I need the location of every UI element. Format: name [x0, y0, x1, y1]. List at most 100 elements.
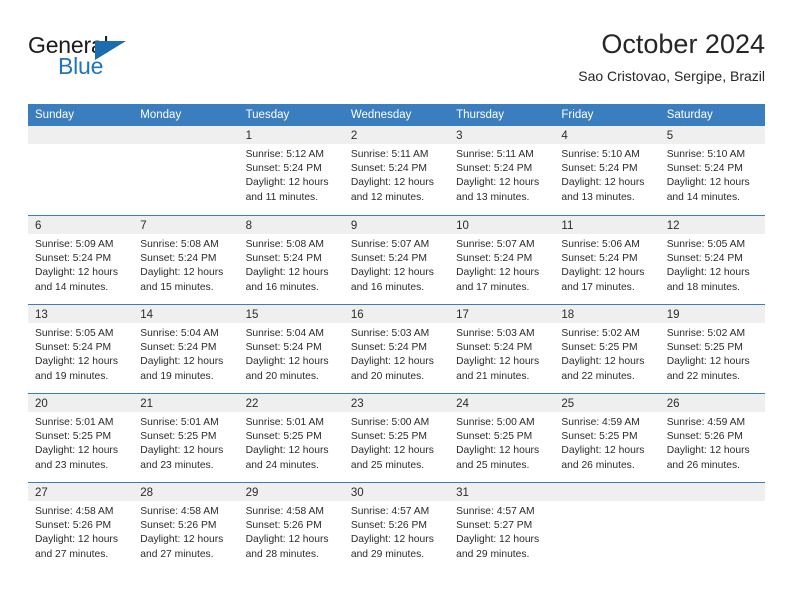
day-cell[interactable]: 5 Sunrise: 5:10 AM Sunset: 5:24 PM Daylight…	[659, 126, 765, 215]
daylight-text-line1: Daylight: 12 hours	[140, 445, 224, 457]
day-cell[interactable]: 11 Sunrise: 5:06 AM Sunset: 5:24 PM Dayligh…	[554, 216, 660, 304]
day-details: Sunrise: 4:59 AM Sunset: 5:25 PM Daylight:…	[554, 412, 659, 473]
sunset-text: Sunset: 5:24 PM	[245, 342, 322, 354]
day-cell[interactable]: 18 Sunrise: 5:02 AM Sunset: 5:25 PM Dayligh…	[554, 305, 660, 393]
sunset-text: Sunset: 5:25 PM	[245, 431, 322, 443]
day-number: 5	[666, 130, 674, 142]
day-number-band: 16	[343, 305, 450, 323]
daylight-text-line2: and 16 minutes.	[350, 281, 425, 293]
day-details: Sunrise: 5:01 AM Sunset: 5:25 PM Daylight:…	[28, 412, 133, 473]
day-number: 24	[456, 398, 469, 410]
day-number-band: 4	[554, 126, 660, 144]
day-cell[interactable]: 24 Sunrise: 5:00 AM Sunset: 5:25 PM Dayligh…	[449, 394, 555, 482]
day-number-band: 22	[238, 394, 344, 412]
sunset-text: Sunset: 5:24 PM	[456, 253, 533, 265]
day-number: 20	[35, 398, 48, 410]
daylight-text-line1: Daylight: 12 hours	[140, 267, 224, 279]
sunset-text: Sunset: 5:24 PM	[245, 253, 322, 265]
day-number-band: 1	[238, 126, 344, 144]
day-details: Sunrise: 4:58 AM Sunset: 5:26 PM Daylight:…	[239, 501, 344, 562]
day-cell[interactable]: 10 Sunrise: 5:07 AM Sunset: 5:24 PM Dayligh…	[449, 216, 555, 304]
day-number-band: 17	[449, 305, 555, 323]
day-cell[interactable]: 30 Sunrise: 4:57 AM Sunset: 5:26 PM Dayligh…	[343, 483, 450, 571]
calendar-week-row: 1 Sunrise: 5:12 AM Sunset: 5:24 PM Daylight…	[28, 126, 765, 215]
sunset-text: Sunset: 5:25 PM	[666, 342, 743, 354]
daylight-text-line1: Daylight: 12 hours	[35, 267, 118, 279]
day-number-band: 11	[554, 216, 660, 234]
weekday-header-thursday: Thursday	[456, 109, 505, 121]
day-cell[interactable]: 19 Sunrise: 5:02 AM Sunset: 5:25 PM Dayligh…	[659, 305, 765, 393]
sunrise-text: Sunrise: 5:02 AM	[666, 328, 746, 339]
day-number-band: 8	[238, 216, 344, 234]
brand-logo[interactable]: General Blue	[28, 32, 208, 92]
day-cell[interactable]: 13 Sunrise: 5:05 AM Sunset: 5:24 PM Dayligh…	[28, 305, 134, 393]
day-cell[interactable]: 28 Sunrise: 4:58 AM Sunset: 5:26 PM Dayligh…	[133, 483, 239, 571]
day-cell[interactable]: 29 Sunrise: 4:58 AM Sunset: 5:26 PM Dayligh…	[238, 483, 344, 571]
day-cell[interactable]: 1 Sunrise: 5:12 AM Sunset: 5:24 PM Daylight…	[238, 126, 344, 215]
sunset-text: Sunset: 5:25 PM	[561, 431, 638, 443]
weekday-header-friday: Friday	[561, 109, 594, 121]
day-number: 14	[140, 309, 154, 321]
daylight-text-line2: and 27 minutes.	[140, 548, 214, 560]
daylight-text-line2: and 27 minutes.	[35, 548, 109, 560]
day-cell[interactable]: 22 Sunrise: 5:01 AM Sunset: 5:25 PM Dayligh…	[238, 394, 344, 482]
day-cell[interactable]: 4 Sunrise: 5:10 AM Sunset: 5:24 PM Daylight…	[554, 126, 660, 215]
sunrise-text: Sunrise: 5:12 AM	[245, 149, 324, 160]
day-details: Sunrise: 4:58 AM Sunset: 5:26 PM Daylight:…	[28, 501, 133, 562]
day-cell[interactable]: 2 Sunrise: 5:11 AM Sunset: 5:24 PM Daylight…	[343, 126, 450, 215]
daylight-text-line1: Daylight: 12 hours	[245, 534, 329, 546]
day-number-band	[28, 126, 134, 144]
sunset-text: Sunset: 5:24 PM	[35, 253, 112, 265]
calendar-page: General Blue October 2024 Sao Cristovao,…	[0, 0, 792, 612]
sunrise-text: Sunrise: 5:07 AM	[456, 239, 535, 250]
day-cell[interactable]: 26 Sunrise: 4:59 AM Sunset: 5:26 PM Dayligh…	[659, 394, 765, 482]
day-number: 1	[245, 130, 252, 142]
sunrise-text: Sunrise: 5:05 AM	[666, 239, 746, 250]
daylight-text-line1: Daylight: 12 hours	[561, 445, 645, 457]
day-number: 9	[350, 220, 358, 232]
day-cell[interactable]: 16 Sunrise: 5:03 AM Sunset: 5:24 PM Dayligh…	[343, 305, 450, 393]
daylight-text-line2: and 13 minutes.	[561, 191, 635, 203]
day-number: 10	[456, 220, 469, 232]
day-number: 17	[456, 309, 469, 321]
day-cell[interactable]: 3 Sunrise: 5:11 AM Sunset: 5:24 PM Daylight…	[449, 126, 555, 215]
day-cell[interactable]: 17 Sunrise: 5:03 AM Sunset: 5:24 PM Dayligh…	[449, 305, 555, 393]
day-cell[interactable]: 21 Sunrise: 5:01 AM Sunset: 5:25 PM Dayligh…	[133, 394, 239, 482]
calendar-week-row: 13 Sunrise: 5:05 AM Sunset: 5:24 PM Dayligh…	[28, 304, 765, 393]
day-number-band: 2	[343, 126, 450, 144]
daylight-text-line2: and 23 minutes.	[35, 459, 109, 471]
day-cell[interactable]: 6 Sunrise: 5:09 AM Sunset: 5:24 PM Daylight…	[28, 216, 134, 304]
sunrise-text: Sunrise: 5:00 AM	[456, 417, 535, 428]
sunrise-text: Sunrise: 5:05 AM	[35, 328, 114, 339]
day-number: 27	[35, 487, 48, 499]
title-block: October 2024 Sao Cristovao, Sergipe, Bra…	[578, 28, 765, 86]
day-cell[interactable]: 8 Sunrise: 5:08 AM Sunset: 5:24 PM Daylight…	[238, 216, 344, 304]
day-cell[interactable]: 15 Sunrise: 5:04 AM Sunset: 5:24 PM Dayligh…	[238, 305, 344, 393]
day-cell[interactable]: 31 Sunrise: 4:57 AM Sunset: 5:27 PM Dayligh…	[449, 483, 555, 571]
daylight-text-line2: and 24 minutes.	[245, 459, 319, 471]
day-details: Sunrise: 5:01 AM Sunset: 5:25 PM Daylight:…	[133, 412, 238, 473]
day-number-band: 9	[343, 216, 450, 234]
day-number-band: 21	[133, 394, 239, 412]
sunrise-text: Sunrise: 4:58 AM	[35, 506, 114, 517]
day-cell[interactable]: 12 Sunrise: 5:05 AM Sunset: 5:24 PM Dayligh…	[659, 216, 765, 304]
day-number: 31	[456, 487, 469, 499]
sunrise-text: Sunrise: 5:01 AM	[140, 417, 219, 428]
day-cell[interactable]: 9 Sunrise: 5:07 AM Sunset: 5:24 PM Daylight…	[343, 216, 450, 304]
sunrise-text: Sunrise: 5:10 AM	[666, 149, 746, 160]
daylight-text-line2: and 20 minutes.	[245, 370, 319, 382]
day-cell[interactable]: 27 Sunrise: 4:58 AM Sunset: 5:26 PM Dayligh…	[28, 483, 134, 571]
daylight-text-line2: and 29 minutes.	[350, 548, 425, 560]
day-cell[interactable]: 14 Sunrise: 5:04 AM Sunset: 5:24 PM Dayligh…	[133, 305, 239, 393]
sunset-text: Sunset: 5:25 PM	[35, 431, 112, 443]
day-details: Sunrise: 5:06 AM Sunset: 5:24 PM Daylight:…	[554, 234, 659, 295]
day-cell[interactable]: 20 Sunrise: 5:01 AM Sunset: 5:25 PM Dayligh…	[28, 394, 134, 482]
day-details: Sunrise: 4:57 AM Sunset: 5:27 PM Daylight:…	[449, 501, 554, 562]
daylight-text-line2: and 28 minutes.	[245, 548, 319, 560]
day-number: 26	[666, 398, 680, 410]
day-cell[interactable]: 7 Sunrise: 5:08 AM Sunset: 5:24 PM Daylight…	[133, 216, 239, 304]
day-details: Sunrise: 5:11 AM Sunset: 5:24 PM Daylight:…	[449, 144, 554, 205]
day-cell[interactable]: 23 Sunrise: 5:00 AM Sunset: 5:25 PM Dayligh…	[343, 394, 450, 482]
day-cell-empty	[659, 483, 765, 571]
day-cell[interactable]: 25 Sunrise: 4:59 AM Sunset: 5:25 PM Dayligh…	[554, 394, 660, 482]
